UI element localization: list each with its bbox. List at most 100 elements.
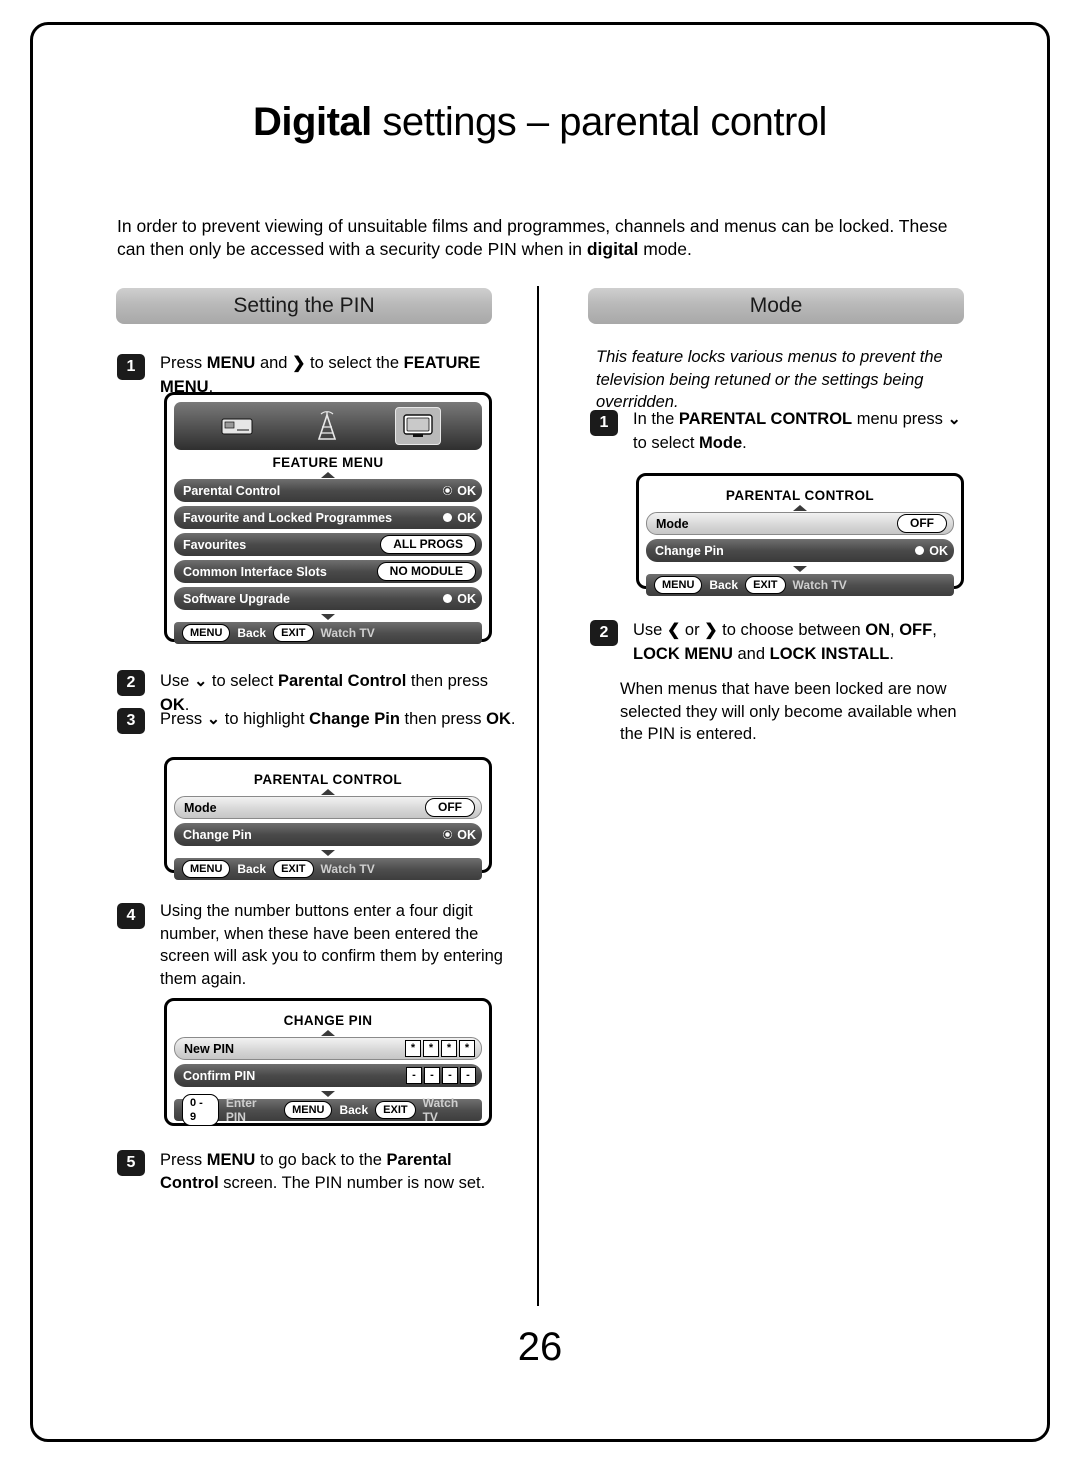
section-header-mode: Mode — [588, 288, 964, 324]
step-number-3-left: 3 — [117, 708, 145, 734]
new-pin-digits[interactable]: * * * * — [405, 1040, 475, 1057]
intro-paragraph: In order to prevent viewing of unsuitabl… — [117, 216, 948, 259]
osd-row-software-upgrade[interactable]: Software Upgrade OK — [174, 587, 482, 610]
osd-row-label: Change Pin — [183, 827, 252, 842]
exit-key-label: Watch TV — [422, 1096, 459, 1124]
exit-key-label: Watch TV — [792, 578, 847, 592]
menu-key[interactable]: MENU — [182, 624, 231, 642]
osd-footer-feature-menu: MENU Back EXIT Watch TV — [174, 622, 482, 644]
ok-chip[interactable]: OK — [915, 544, 948, 558]
menu-key-label: Back — [339, 1103, 369, 1117]
page-content: Digital settings – parental control In o… — [0, 0, 1080, 1473]
pin-digit: * — [405, 1040, 421, 1057]
ok-label: OK — [457, 510, 476, 525]
tower-icon[interactable] — [305, 408, 349, 444]
scroll-down-arrow — [321, 1091, 335, 1097]
osd-row-label: Mode — [656, 516, 689, 531]
osd-row-parental-control[interactable]: Parental Control OK — [174, 479, 482, 502]
scroll-up-arrow — [321, 789, 335, 795]
confirm-pin-digits[interactable]: - - - - — [406, 1067, 476, 1084]
ok-label: OK — [457, 483, 476, 498]
ok-chip[interactable]: OK — [443, 592, 476, 606]
pin-digit: * — [459, 1040, 475, 1057]
osd-title-parental-control: PARENTAL CONTROL — [253, 772, 403, 787]
osd-footer-change-pin: 0 - 9 Enter PIN MENU Back EXIT Watch TV — [174, 1094, 482, 1126]
digit-range-label: Enter PIN — [225, 1096, 257, 1124]
menu-key[interactable]: MENU — [654, 576, 703, 594]
ok-chip[interactable]: OK — [443, 484, 476, 498]
osd-row-value[interactable]: ALL PROGS — [380, 535, 476, 554]
osd-row-value[interactable]: NO MODULE — [376, 562, 476, 581]
osd-title-change-pin: CHANGE PIN — [283, 1013, 373, 1028]
pin-digit: * — [423, 1040, 439, 1057]
step-text-4-left: Using the number buttons enter a four di… — [160, 902, 503, 988]
osd-footer-parental-control-left: MENU Back EXIT Watch TV — [174, 858, 482, 880]
ok-ring-icon — [443, 486, 453, 495]
osd-row-label: Favourites — [183, 537, 247, 552]
exit-key[interactable]: EXIT — [273, 860, 314, 878]
menu-key-label: Back — [237, 626, 267, 640]
osd-row-label: Common Interface Slots — [183, 564, 327, 579]
osd-row-label: Confirm PIN — [183, 1068, 256, 1083]
mode-body-text: When menus that have been locked are now… — [620, 680, 957, 743]
pin-digit: - — [424, 1067, 440, 1084]
osd-row-favourites[interactable]: Favourites ALL PROGS — [174, 533, 482, 556]
menu-key-label: Back — [709, 578, 739, 592]
step-text-5-left: Press MENU to go back to the Parental Co… — [160, 1151, 486, 1192]
tv-icon[interactable] — [395, 407, 441, 445]
ok-chip[interactable]: OK — [443, 511, 476, 525]
pin-digit: - — [460, 1067, 476, 1084]
scroll-up-arrow — [793, 505, 807, 511]
digit-range-key[interactable]: 0 - 9 — [182, 1094, 219, 1126]
osd-row-label: Mode — [184, 800, 217, 815]
osd-row-new-pin[interactable]: New PIN * * * * — [174, 1037, 482, 1060]
osd-row-label: Parental Control — [183, 483, 281, 498]
exit-key-label: Watch TV — [320, 626, 375, 640]
scroll-down-arrow — [321, 850, 335, 856]
pin-digit: * — [441, 1040, 457, 1057]
ok-chip[interactable]: OK — [443, 828, 476, 842]
step-text-3-left: Press ⌄ to highlight Change Pin then pre… — [160, 710, 516, 728]
menu-key[interactable]: MENU — [182, 860, 231, 878]
osd-row-confirm-pin[interactable]: Confirm PIN - - - - — [174, 1064, 482, 1087]
ok-ring-icon — [443, 830, 453, 839]
menu-key[interactable]: MENU — [284, 1101, 333, 1119]
mode-intro-note: This feature locks various menus to prev… — [596, 348, 943, 411]
exit-key-label: Watch TV — [320, 862, 375, 876]
scroll-up-arrow — [321, 1030, 335, 1036]
osd-row-change-pin[interactable]: Change Pin OK — [646, 539, 954, 562]
osd-parental-control-left: PARENTAL CONTROL Mode OFF Change Pin OK … — [164, 757, 492, 880]
scroll-up-arrow — [321, 472, 335, 478]
section-header-setting-the-pin: Setting the PIN — [116, 288, 492, 324]
osd-row-label: Change Pin — [655, 543, 724, 558]
exit-key[interactable]: EXIT — [745, 576, 786, 594]
ok-label: OK — [929, 543, 948, 558]
exit-key[interactable]: EXIT — [273, 624, 314, 642]
scroll-down-arrow — [793, 566, 807, 572]
step-text-1-right: In the PARENTAL CONTROL menu press ⌄ to … — [633, 410, 961, 452]
osd-row-change-pin[interactable]: Change Pin OK — [174, 823, 482, 846]
osd-row-label: Software Upgrade — [183, 591, 290, 606]
osd-row-favourite-locked-programmes[interactable]: Favourite and Locked Programmes OK — [174, 506, 482, 529]
osd-title-feature-menu: FEATURE MENU — [272, 455, 384, 470]
scroll-down-arrow — [321, 614, 335, 620]
feature-menu-icon-strip — [174, 402, 482, 450]
osd-row-mode[interactable]: Mode OFF — [646, 512, 954, 535]
osd-row-common-interface-slots[interactable]: Common Interface Slots NO MODULE — [174, 560, 482, 583]
osd-row-mode[interactable]: Mode OFF — [174, 796, 482, 819]
step-number-4-left: 4 — [117, 903, 145, 929]
page-number: 26 — [517, 1325, 563, 1369]
ok-label: OK — [457, 827, 476, 842]
step-number-5-left: 5 — [117, 1150, 145, 1176]
ok-dot-icon — [443, 594, 453, 603]
card-icon[interactable] — [215, 408, 259, 444]
ok-label: OK — [457, 591, 476, 606]
osd-parental-control-right: PARENTAL CONTROL Mode OFF Change Pin OK … — [636, 473, 964, 596]
mode-value[interactable]: OFF — [897, 514, 947, 533]
page-title: Digital settings – parental control — [0, 100, 1080, 145]
osd-footer-parental-control-right: MENU Back EXIT Watch TV — [646, 574, 954, 596]
ok-dot-icon — [443, 513, 453, 522]
mode-value[interactable]: OFF — [425, 798, 475, 817]
step-number-1-right: 1 — [590, 410, 618, 436]
exit-key[interactable]: EXIT — [375, 1101, 416, 1119]
